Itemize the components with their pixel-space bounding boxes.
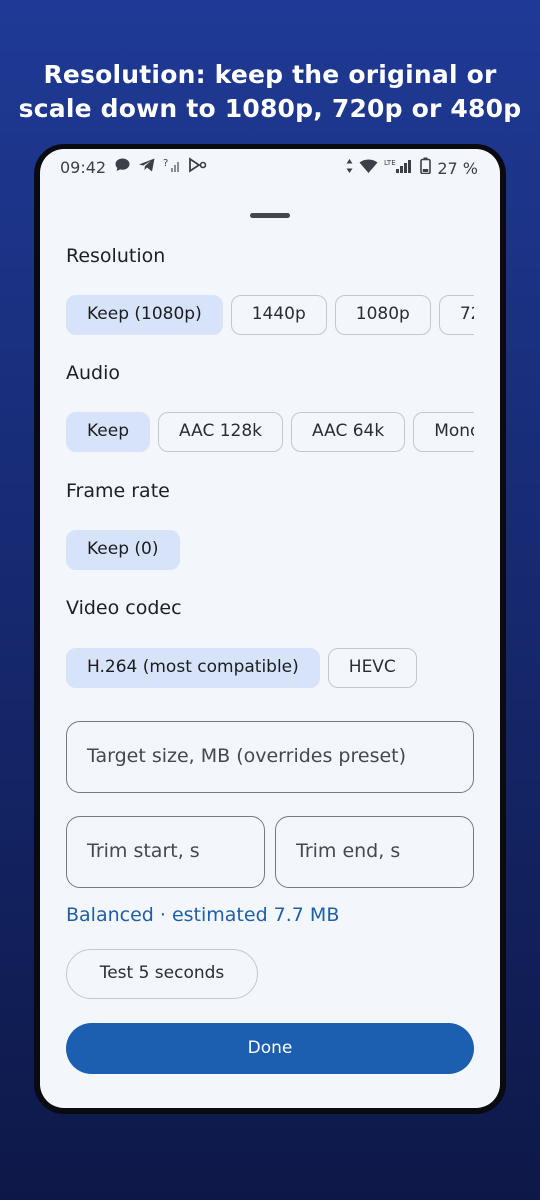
audio-chip-keep[interactable]: Keep: [66, 412, 151, 452]
video-codec-label: Video codec: [66, 597, 182, 619]
codec-chip-hevc[interactable]: HEVC: [327, 648, 417, 688]
frame-rate-label: Frame rate: [66, 480, 170, 502]
wifi-icon: [359, 158, 378, 179]
phone-screen: 09:42 ? LTE 27 % Resolution Keep (1080p)…: [40, 149, 500, 1108]
trim-start-field[interactable]: Trim start, s: [66, 816, 265, 888]
done-button[interactable]: Done: [66, 1023, 474, 1074]
test-5-seconds-button[interactable]: Test 5 seconds: [66, 949, 258, 999]
battery-percent: 27 %: [437, 158, 478, 178]
frame-rate-chip-row[interactable]: Keep (0): [66, 530, 474, 572]
video-codec-chip-row[interactable]: H.264 (most compatible) HEVC: [66, 648, 474, 690]
audio-label: Audio: [66, 362, 121, 384]
resolution-label: Resolution: [66, 245, 166, 267]
resolution-chip-720p[interactable]: 720p: [438, 295, 474, 335]
cast-icon: [188, 157, 208, 178]
trim-end-field[interactable]: Trim end, s: [275, 816, 474, 888]
sheet-drag-handle[interactable]: [250, 213, 290, 218]
status-bar: 09:42 ? LTE 27 %: [40, 149, 500, 185]
headline-line-2: scale down to 1080p, 720p or 480p: [18, 94, 522, 123]
data-arrows-icon: [346, 158, 353, 179]
frame-rate-chip-keep[interactable]: Keep (0): [66, 530, 180, 570]
headline-line-1: Resolution: keep the original or: [43, 60, 497, 89]
promo-headline: Resolution: keep the original or scale d…: [0, 58, 540, 126]
telegram-icon: [138, 157, 156, 178]
signal-unknown-icon: ?: [163, 157, 181, 178]
network-type-label: LTE: [384, 159, 396, 167]
battery-icon: [420, 157, 432, 179]
resolution-chip-1440p[interactable]: 1440p: [230, 295, 327, 335]
status-time: 09:42: [60, 158, 107, 177]
size-estimate-text: Balanced · estimated 7.7 MB: [66, 904, 340, 926]
resolution-chip-keep[interactable]: Keep (1080p): [66, 295, 223, 335]
codec-chip-h264[interactable]: H.264 (most compatible): [66, 648, 320, 688]
svg-text:?: ?: [163, 158, 168, 169]
resolution-chip-row[interactable]: Keep (1080p)1440p1080p720p: [66, 295, 474, 337]
audio-chip-mono[interactable]: Mono: [413, 412, 474, 452]
resolution-chip-1080p[interactable]: 1080p: [334, 295, 431, 335]
audio-chip-aac-64k[interactable]: AAC 64k: [291, 412, 406, 452]
chat-bubble-icon: [114, 157, 131, 178]
audio-chip-row[interactable]: KeepAAC 128kAAC 64kMono: [66, 412, 474, 454]
audio-chip-aac-128k[interactable]: AAC 128k: [158, 412, 284, 452]
target-size-field[interactable]: Target size, MB (overrides preset): [66, 721, 474, 793]
cell-signal-icon: LTE: [384, 158, 414, 179]
